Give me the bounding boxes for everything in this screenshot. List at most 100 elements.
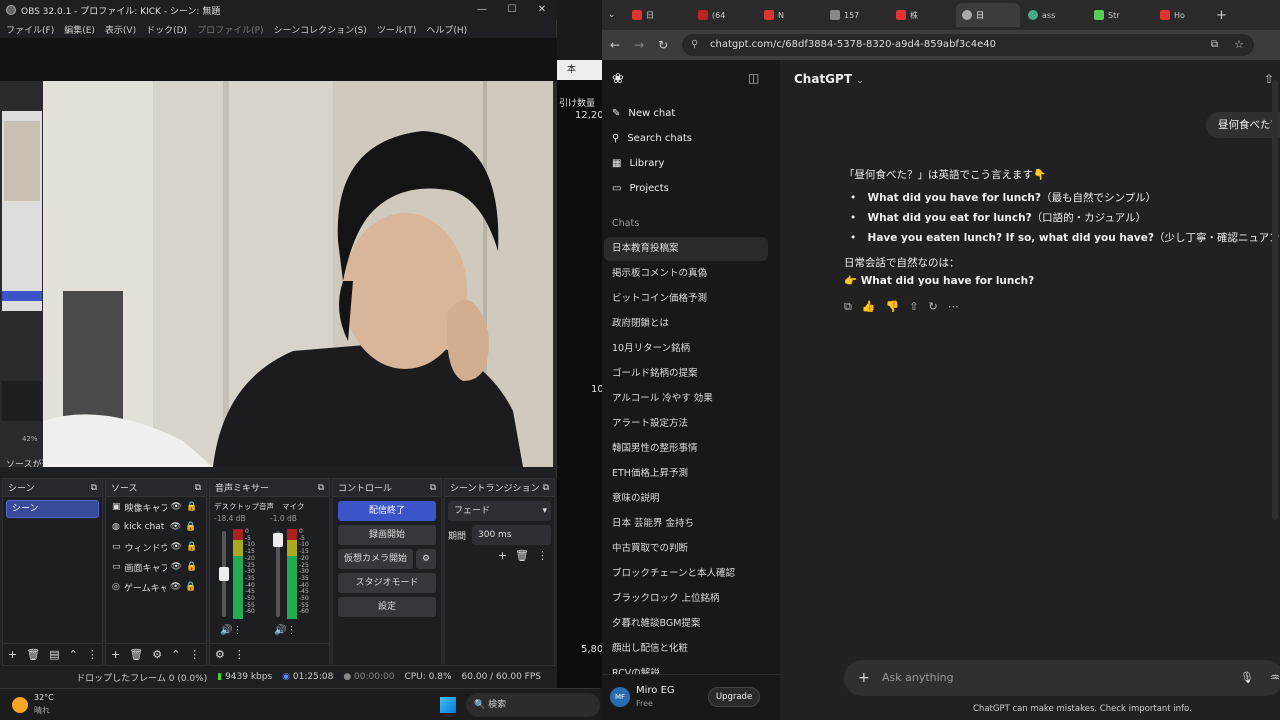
taskbar-search[interactable]: 🔍 検索 <box>466 693 600 717</box>
trash-icon[interactable]: 🗑 <box>129 648 143 661</box>
dock-menu-icon[interactable]: ⧉ <box>318 483 324 493</box>
filter-icon[interactable]: ▤ <box>49 648 59 661</box>
dock-menu-icon[interactable]: ⧉ <box>195 483 201 493</box>
translate-icon[interactable]: ⧉ <box>1211 34 1218 56</box>
add-icon[interactable]: + <box>111 648 120 661</box>
settings-button[interactable]: 設定 <box>338 597 436 617</box>
voice-mode-icon[interactable]: ♒ <box>1270 660 1280 696</box>
model-selector[interactable]: ChatGPT ⌄ <box>794 72 864 86</box>
reload-icon[interactable]: ↻ <box>658 38 668 52</box>
close-icon[interactable]: ✕ <box>528 0 556 20</box>
menu-file[interactable]: ファイル(F) <box>6 23 54 36</box>
share-icon[interactable]: ⇧ <box>909 300 918 314</box>
browser-tab[interactable]: 日 <box>626 3 690 27</box>
mic-volume-handle[interactable] <box>273 533 283 547</box>
gear-icon[interactable]: ⚙ <box>416 549 436 569</box>
chat-item[interactable]: 日本 芸能界 金持ち <box>604 512 768 536</box>
more-icon[interactable]: ⋯ <box>948 300 959 314</box>
start-recording-button[interactable]: 録画開始 <box>338 525 436 545</box>
more-icon[interactable]: ⋮ <box>537 549 548 562</box>
menu-tools[interactable]: ツール(T) <box>377 23 417 36</box>
desktop-volume-handle[interactable] <box>219 567 229 581</box>
bookmark-star-icon[interactable]: ☆ <box>1234 34 1244 56</box>
projects-button[interactable]: ▭ Projects <box>612 183 669 194</box>
add-icon[interactable]: + <box>8 648 17 661</box>
plus-icon[interactable]: + <box>858 660 870 696</box>
minimize-icon[interactable]: — <box>468 0 496 20</box>
chat-item[interactable]: ブロックチェーンと本人確認 <box>604 562 768 586</box>
scrollbar[interactable] <box>1272 80 1278 520</box>
source-item[interactable]: ▣ 映像キャプ 👁 🔒 <box>106 497 206 517</box>
site-info-icon[interactable]: ⚲ <box>691 34 698 56</box>
regenerate-icon[interactable]: ↻ <box>928 300 937 314</box>
lock-icon[interactable]: 🔒 <box>185 522 196 532</box>
chat-item[interactable]: ゴールド銘柄の提案 <box>604 362 768 386</box>
new-chat-button[interactable]: ✎ New chat <box>612 108 675 119</box>
upgrade-button[interactable]: Upgrade <box>708 687 760 707</box>
chat-item[interactable]: 日本教育投稿案 <box>604 237 768 261</box>
browser-tab[interactable]: N <box>758 3 822 27</box>
menu-dock[interactable]: ドック(D) <box>146 23 187 36</box>
up-icon[interactable]: ⌃ <box>171 648 180 661</box>
source-item[interactable]: ◎ゲームキャプ👁🔒 <box>106 577 206 597</box>
chat-item[interactable]: 政府閉鎖とは <box>604 312 768 336</box>
chat-item[interactable]: ブラックロック 上位銘柄 <box>604 587 768 611</box>
chat-item[interactable]: アルコール 冷やす 効果 <box>604 387 768 411</box>
trash-icon[interactable]: 🗑 <box>26 648 40 661</box>
user-panel[interactable]: MF Miro EG Free Upgrade <box>602 674 780 720</box>
chat-item[interactable]: ビットコイン価格予測 <box>604 287 768 311</box>
transition-select[interactable]: フェード ▾ <box>448 501 551 521</box>
chat-item[interactable]: 10月リターン銘柄 <box>604 337 768 361</box>
back-icon[interactable]: ← <box>610 38 620 52</box>
start-virtual-camera-button[interactable]: 仮想カメラ開始 <box>338 549 413 569</box>
browser-tab[interactable]: Str <box>1088 3 1152 27</box>
more-icon[interactable]: ⋮ <box>234 648 245 661</box>
browser-tab[interactable]: ass <box>1022 3 1086 27</box>
chat-item[interactable]: 掲示板コメントの真偽 <box>604 262 768 286</box>
lock-icon[interactable]: 🔒 <box>186 562 197 572</box>
chat-item[interactable]: RCVの解説 <box>604 662 768 674</box>
url-bar[interactable]: ⚲ chatgpt.com/c/68df3884-5378-8320-a9d4-… <box>682 34 1254 56</box>
stop-streaming-button[interactable]: 配信終了 <box>338 501 436 521</box>
up-icon[interactable]: ⌃ <box>69 648 78 661</box>
chat-item[interactable]: アラート設定方法 <box>604 412 768 436</box>
thumbs-down-icon[interactable]: 👎 <box>886 300 900 314</box>
studio-mode-button[interactable]: スタジオモード <box>338 573 436 593</box>
chat-item[interactable]: 顔出し配信と化粧 <box>604 637 768 661</box>
gear-icon[interactable]: ⚙ <box>152 648 162 661</box>
menu-view[interactable]: 表示(V) <box>105 23 136 36</box>
dock-menu-icon[interactable]: ⧉ <box>543 483 549 493</box>
dock-menu-icon[interactable]: ⧉ <box>91 483 97 493</box>
tab-search-icon[interactable]: ⌄ <box>608 10 624 20</box>
add-icon[interactable]: + <box>498 549 507 562</box>
speaker-icon[interactable]: 🔊⋮ <box>220 625 242 636</box>
trash-icon[interactable]: 🗑 <box>515 549 529 562</box>
chat-item[interactable]: 夕暮れ雑談BGM提案 <box>604 612 768 636</box>
search-chats-button[interactable]: ⚲ Search chats <box>612 133 692 144</box>
browser-tab[interactable]: (64 <box>692 3 756 27</box>
eye-icon[interactable]: 👁 <box>170 522 181 532</box>
forward-icon[interactable]: → <box>634 38 644 52</box>
copy-icon[interactable]: ⧉ <box>844 300 852 314</box>
eye-icon[interactable]: 👁 <box>171 502 182 512</box>
maximize-icon[interactable]: ☐ <box>498 0 526 20</box>
menu-edit[interactable]: 編集(E) <box>64 23 95 36</box>
duration-input[interactable]: 300 ms <box>472 525 551 545</box>
lock-icon[interactable]: 🔒 <box>185 582 196 592</box>
chat-input[interactable]: + Ask anything 🎙 ♒ <box>844 660 1280 696</box>
lock-icon[interactable]: 🔒 <box>186 502 197 512</box>
menu-scene-collection[interactable]: シーンコレクション(S) <box>274 23 367 36</box>
sidebar-toggle-icon[interactable]: ◫ <box>748 71 759 85</box>
speaker-icon[interactable]: 🔊⋮ <box>274 625 296 636</box>
eye-icon[interactable]: 👁 <box>170 582 181 592</box>
menu-help[interactable]: ヘルプ(H) <box>426 23 467 36</box>
chat-item[interactable]: 韓国男性の整形事情 <box>604 437 768 461</box>
scene-item[interactable]: シーン <box>6 500 99 518</box>
chat-item[interactable]: ETH価格上昇予測 <box>604 462 768 486</box>
more-icon[interactable]: ⋮ <box>189 648 200 661</box>
lock-icon[interactable]: 🔒 <box>186 542 197 552</box>
browser-tab[interactable]: 157 <box>824 3 888 27</box>
new-tab-icon[interactable]: + <box>1216 8 1227 23</box>
chat-item[interactable]: 中古買取での判断 <box>604 537 768 561</box>
eye-icon[interactable]: 👁 <box>171 542 182 552</box>
